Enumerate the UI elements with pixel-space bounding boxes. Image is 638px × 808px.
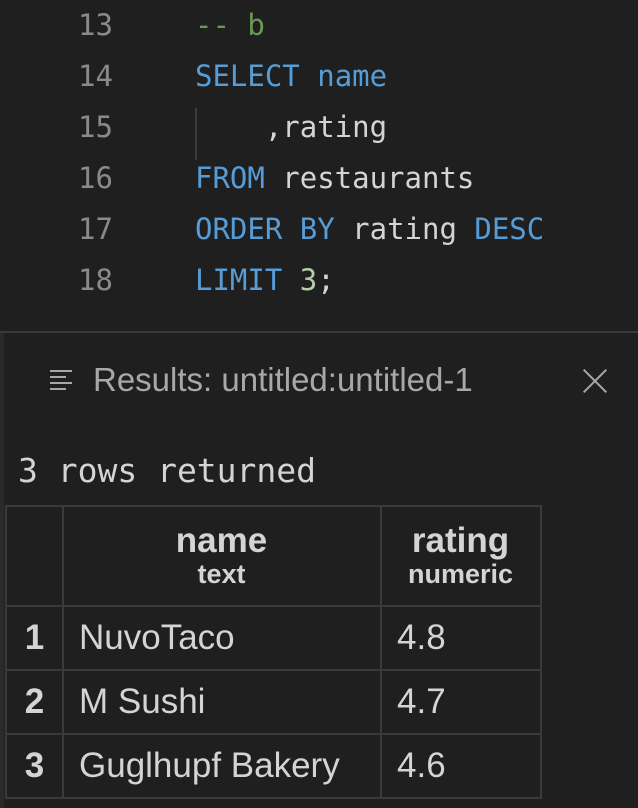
row-index: 3 — [5, 733, 64, 799]
results-tab[interactable]: Results: untitled:untitled-1 — [50, 361, 473, 399]
column-header-name[interactable]: name text — [62, 505, 382, 607]
code-line[interactable]: 13 -- b — [0, 0, 638, 51]
table-row[interactable]: 2 M Sushi 4.7 — [5, 669, 542, 735]
code-text: ORDER BY rating DESC — [195, 212, 545, 246]
line-number: 17 — [78, 212, 113, 246]
panel-edge — [0, 333, 4, 808]
line-number: 14 — [78, 59, 113, 93]
cell-rating[interactable]: 4.8 — [380, 605, 542, 671]
table-row[interactable]: 3 Guglhupf Bakery 4.6 — [5, 733, 542, 799]
code-line[interactable]: 16 FROM restaurants — [0, 153, 638, 204]
row-index: 1 — [5, 605, 64, 671]
row-index: 2 — [5, 669, 64, 735]
line-number: 16 — [78, 161, 113, 195]
cell-name[interactable]: NuvoTaco — [62, 605, 382, 671]
code-line[interactable]: 14 SELECT name — [0, 51, 638, 102]
line-number: 18 — [78, 263, 113, 297]
column-name: name — [175, 521, 268, 560]
row-count: 3 rows returned — [18, 451, 317, 490]
column-header-rating[interactable]: rating numeric — [380, 505, 542, 607]
results-title: Results: untitled:untitled-1 — [93, 361, 473, 398]
code-line[interactable]: 17 ORDER BY rating DESC — [0, 204, 638, 255]
column-type: text — [197, 559, 246, 589]
table-header-row: name text rating numeric — [5, 505, 542, 607]
line-number: 13 — [78, 8, 113, 42]
code-text: -- b — [195, 8, 265, 42]
close-icon[interactable] — [580, 365, 610, 395]
results-panel: Results: untitled:untitled-1 3 rows retu… — [0, 333, 638, 808]
cell-name[interactable]: M Sushi — [62, 669, 382, 735]
table-row[interactable]: 1 NuvoTaco 4.8 — [5, 605, 542, 671]
sql-editor[interactable]: 13 -- b 14 SELECT name 15 ,rating 16 FROM rest… — [0, 0, 638, 332]
column-type: numeric — [407, 559, 514, 589]
code-text: LIMIT 3; — [195, 263, 335, 297]
index-header — [5, 505, 64, 607]
cell-rating[interactable]: 4.6 — [380, 733, 542, 799]
column-name: rating — [411, 521, 510, 560]
cell-rating[interactable]: 4.7 — [380, 669, 542, 735]
list-icon — [50, 369, 74, 391]
code-text: ,rating — [195, 110, 388, 144]
code-text: SELECT name — [195, 59, 388, 93]
results-table: name text rating numeric 1 NuvoTaco 4.8 … — [5, 505, 542, 799]
line-number: 15 — [78, 110, 113, 144]
code-line[interactable]: 18 LIMIT 3; — [0, 255, 638, 306]
code-text: FROM restaurants — [195, 161, 475, 195]
cell-name[interactable]: Guglhupf Bakery — [62, 733, 382, 799]
code-line[interactable]: 15 ,rating — [0, 102, 638, 153]
